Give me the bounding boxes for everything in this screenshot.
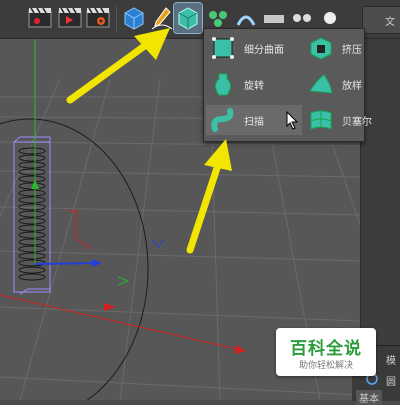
popup-item-subdivision[interactable]: 细分曲面 [206, 33, 284, 63]
watermark-subtitle: 助你轻松解决 [298, 361, 353, 371]
x-axis-line [0, 294, 246, 352]
popup-item-bezier[interactable]: 贝塞尔 [304, 105, 376, 135]
cube-icon [124, 7, 144, 30]
circle-spline[interactable] [0, 118, 149, 400]
attributes-mode-label: 模 [386, 356, 396, 367]
world-axis-indicator [68, 210, 165, 286]
watermark-badge: 百科全说 助你轻松解决 [276, 328, 376, 376]
popup-item-label: 放样 [342, 81, 362, 92]
popup-item-sweep[interactable]: 扫描 [206, 105, 302, 135]
subdivision-cube-icon [178, 7, 198, 30]
loft-icon [309, 74, 333, 94]
clapper-gear-icon [86, 7, 110, 28]
popup-item-label: 旋转 [244, 81, 264, 92]
helix-object[interactable] [13, 136, 51, 295]
subdivision-surface-icon [212, 37, 234, 59]
popup-item-extrude[interactable]: 挤压 [304, 33, 376, 63]
extrude-icon [310, 37, 332, 60]
popup-item-loft[interactable]: 放样 [304, 69, 376, 99]
x-axis-arrow[interactable] [235, 345, 246, 354]
layout-tab-label: 文 [385, 17, 395, 28]
mouse-cursor-icon [286, 111, 299, 130]
layout-tab[interactable]: 文 [362, 6, 400, 34]
bezier-icon [310, 110, 332, 130]
popup-item-label: 细分曲面 [244, 45, 284, 56]
render-settings-button[interactable] [84, 3, 112, 33]
generators-popup-menu: 细分曲面 挤压 旋转 放样 扫描 贝塞尔 [203, 28, 372, 142]
lathe-icon [215, 73, 231, 96]
y-axis-arrow[interactable] [31, 179, 39, 189]
pen-button[interactable] [148, 3, 176, 33]
pen-icon [151, 7, 173, 30]
z-axis-line [34, 262, 101, 265]
z-axis-arrow[interactable] [92, 259, 102, 267]
popup-item-lathe[interactable]: 旋转 [206, 69, 278, 99]
clapper-play-icon [58, 7, 82, 28]
x-axis-handle[interactable] [104, 303, 116, 311]
popup-item-label: 扫描 [244, 117, 264, 128]
tab-basic[interactable]: 基本 [356, 390, 382, 405]
object-name-label: 圆 [386, 377, 396, 388]
generators-button[interactable] [173, 2, 203, 34]
watermark-title: 百科全说 [290, 339, 362, 359]
popup-item-label: 挤压 [342, 45, 362, 56]
cube-button[interactable] [120, 3, 148, 33]
popup-item-label: 贝塞尔 [342, 117, 372, 128]
clapper-icon [28, 7, 52, 28]
sweep-icon [211, 108, 234, 132]
render-view-button[interactable] [56, 3, 84, 33]
render-region-button[interactable] [26, 3, 54, 33]
toolbar-separator [116, 6, 117, 32]
